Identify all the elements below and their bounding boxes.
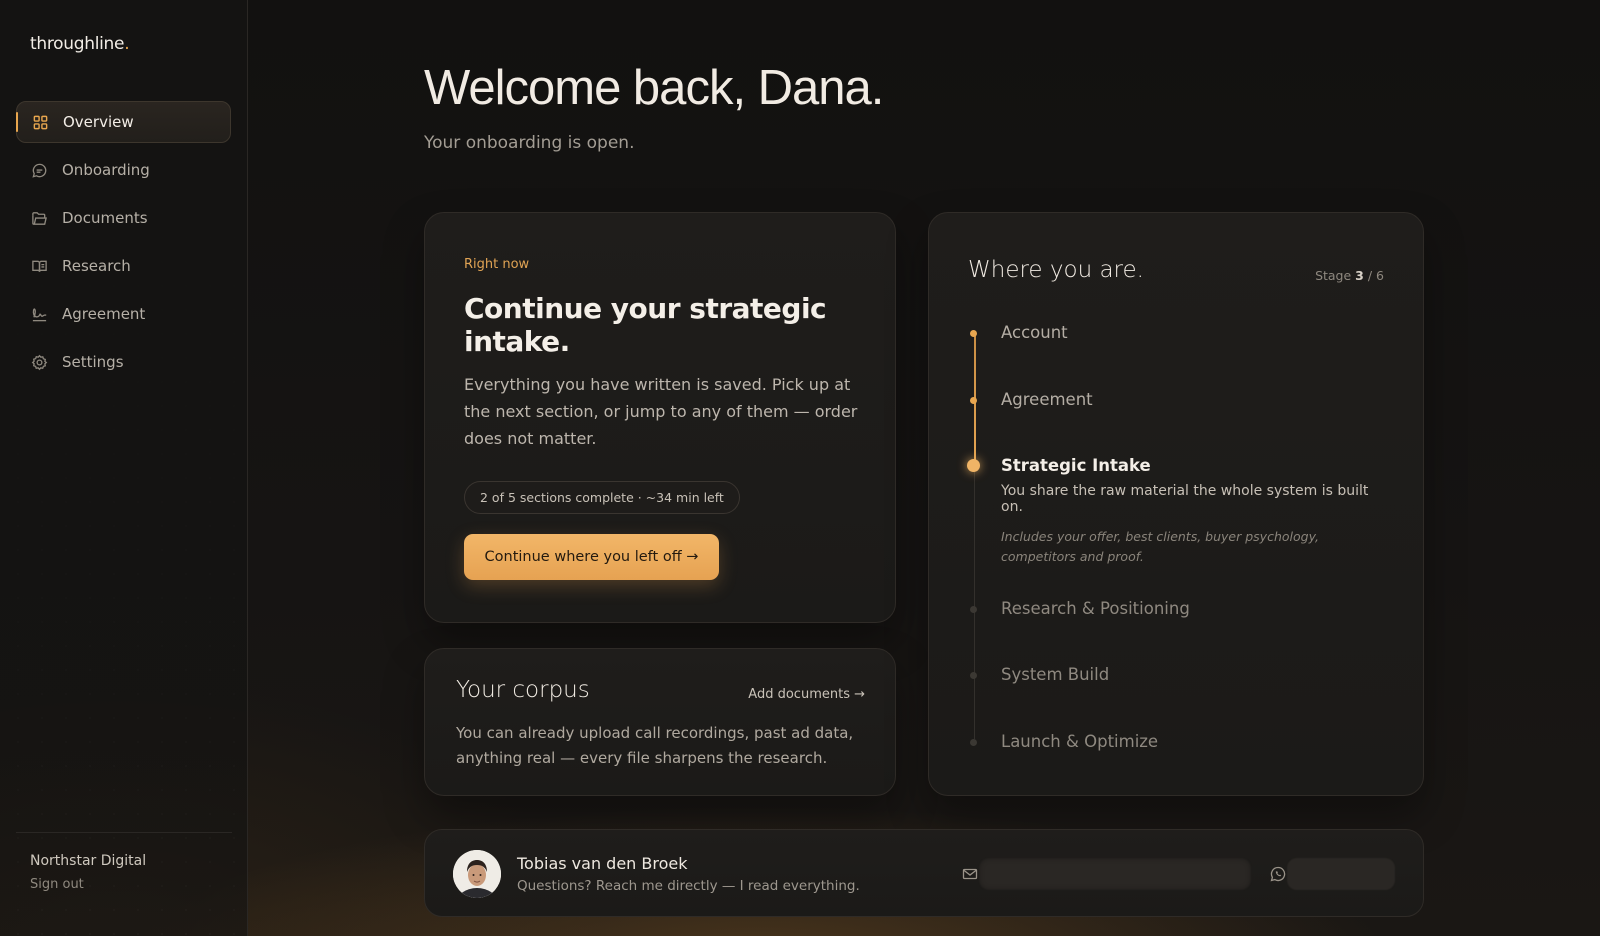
corpus-card: Your corpus Add documents → You can alre… xyxy=(424,648,896,796)
stage-counter: Stage 3 / 6 xyxy=(1315,268,1384,283)
continue-button[interactable]: Continue where you left off → xyxy=(464,534,719,580)
page-subtitle: Your onboarding is open. xyxy=(424,133,635,153)
sign-out-link[interactable]: Sign out xyxy=(30,877,232,892)
brand-logo[interactable]: throughline. xyxy=(30,34,130,54)
stage-research-positioning[interactable]: Research & Positioning xyxy=(970,599,1190,618)
sidebar-item-label: Documents xyxy=(62,209,148,227)
sidebar: throughline. Overview Onboarding Documen… xyxy=(0,0,248,936)
stage-pending-dot xyxy=(970,739,977,746)
timeline-line xyxy=(974,467,975,739)
sidebar-footer: Northstar Digital Sign out xyxy=(16,832,232,892)
corpus-body: You can already upload call recordings, … xyxy=(456,724,854,767)
card-eyebrow: Right now xyxy=(464,257,530,272)
stage-system-build[interactable]: System Build xyxy=(970,665,1109,684)
app-root: throughline. Overview Onboarding Documen… xyxy=(0,0,1600,936)
stage-agreement[interactable]: Agreement xyxy=(970,390,1093,409)
stage-strategic-intake[interactable]: Strategic Intake You share the raw mater… xyxy=(967,456,1381,567)
stage-pending-dot xyxy=(970,672,977,679)
stage-pending-dot xyxy=(970,606,977,613)
contact-bar: Tobias van den Broek Questions? Reach me… xyxy=(424,829,1424,917)
card-title: Continue your strategic intake. xyxy=(464,292,827,358)
avatar xyxy=(453,850,501,898)
sidebar-item-label: Settings xyxy=(62,353,124,371)
add-documents-link[interactable]: Add documents → xyxy=(748,687,865,702)
contact-name: Tobias van den Broek xyxy=(517,854,688,873)
stage-done-dot xyxy=(970,397,977,404)
sidebar-item-label: Research xyxy=(62,257,131,275)
stage-account[interactable]: Account xyxy=(970,323,1068,342)
chat-bubble-icon xyxy=(30,161,48,179)
sidebar-item-overview[interactable]: Overview xyxy=(16,101,231,143)
sidebar-item-documents[interactable]: Documents xyxy=(16,197,231,239)
continue-card: Right now Continue your strategic intake… xyxy=(424,212,896,623)
whatsapp-icon xyxy=(1269,865,1287,883)
stages-title: Where you are. xyxy=(968,257,1144,283)
card-body: Everything you have written is saved. Pi… xyxy=(464,375,858,448)
email-contact-field[interactable] xyxy=(979,858,1251,890)
gear-icon xyxy=(30,353,48,371)
grid-icon xyxy=(31,113,49,131)
stage-done-dot xyxy=(970,330,977,337)
mail-icon xyxy=(961,865,979,883)
signature-icon xyxy=(30,305,48,323)
sidebar-item-label: Onboarding xyxy=(62,161,150,179)
contact-message: Questions? Reach me directly — I read ev… xyxy=(517,878,860,894)
folder-icon xyxy=(30,209,48,227)
sidebar-item-onboarding[interactable]: Onboarding xyxy=(16,149,231,191)
whatsapp-contact-field[interactable] xyxy=(1287,858,1395,890)
sidebar-nav: Overview Onboarding Documents Research A… xyxy=(16,101,231,389)
sidebar-item-label: Agreement xyxy=(62,305,146,323)
sidebar-item-settings[interactable]: Settings xyxy=(16,341,231,383)
sidebar-item-research[interactable]: Research xyxy=(16,245,231,287)
stage-note: Includes your offer, best clients, buyer… xyxy=(1001,529,1319,564)
org-name: Northstar Digital xyxy=(30,853,147,869)
book-icon xyxy=(30,257,48,275)
stage-current-dot xyxy=(967,459,980,472)
sidebar-item-agreement[interactable]: Agreement xyxy=(16,293,231,335)
progress-badge: 2 of 5 sections complete · ~34 min left xyxy=(464,481,740,514)
stage-description: You share the raw material the whole sys… xyxy=(1001,483,1369,515)
page-title: Welcome back, Dana. xyxy=(424,61,884,115)
sidebar-item-label: Overview xyxy=(63,113,134,131)
stages-card: Where you are. Stage 3 / 6 Account Agree… xyxy=(928,212,1424,796)
corpus-title: Your corpus xyxy=(456,677,590,703)
stage-launch-optimize[interactable]: Launch & Optimize xyxy=(970,732,1158,751)
